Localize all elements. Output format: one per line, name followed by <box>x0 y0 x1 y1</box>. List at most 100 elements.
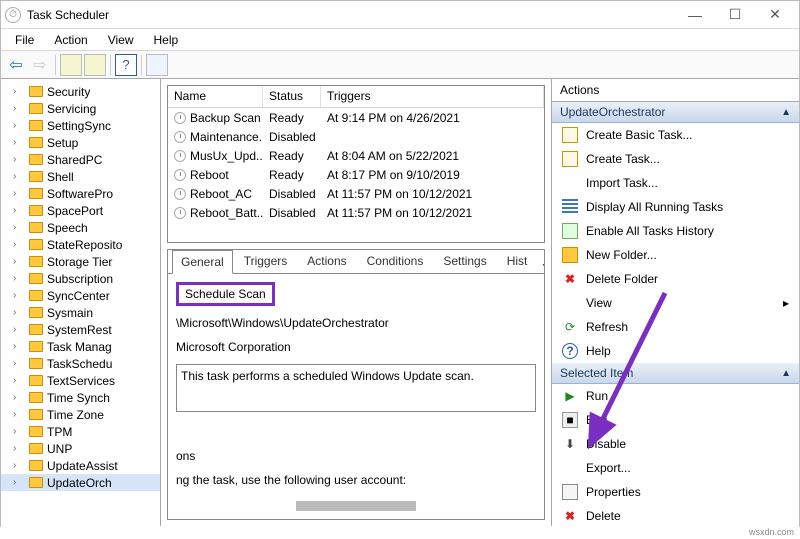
delete-icon: ✖ <box>562 508 578 524</box>
maximize-button[interactable]: ☐ <box>715 6 755 23</box>
action-item[interactable]: Create Task... <box>552 147 799 171</box>
action-label: Enable All Tasks History <box>586 224 714 238</box>
tab-general[interactable]: General <box>172 250 233 274</box>
tree-item-label: Storage Tier <box>47 255 112 269</box>
detail-scrollbar[interactable] <box>296 501 416 511</box>
tree-item[interactable]: ›SyncCenter <box>1 287 160 304</box>
task-trigger: At 8:17 PM on 9/10/2019 <box>321 167 544 183</box>
action-item[interactable]: View▸ <box>552 291 799 315</box>
action-label: Create Task... <box>586 152 660 166</box>
tree-pane[interactable]: ›Security›Servicing›SettingSync›Setup›Sh… <box>1 79 161 526</box>
tree-item[interactable]: ›TextServices <box>1 372 160 389</box>
collapse-icon: ▲ <box>781 107 791 118</box>
task-list[interactable]: Name Status Triggers Backup ScanReadyAt … <box>167 85 545 243</box>
tree-item[interactable]: ›StateReposito <box>1 236 160 253</box>
tab-triggers[interactable]: Triggers <box>235 249 297 273</box>
action-item[interactable]: ⬇Disable <box>552 432 799 456</box>
menu-file[interactable]: File <box>7 31 42 49</box>
import-icon <box>562 175 578 191</box>
action-label: Delete <box>586 509 621 523</box>
expand-icon: › <box>13 307 25 318</box>
tree-item[interactable]: ›SettingSync <box>1 117 160 134</box>
action-item[interactable]: Import Task... <box>552 171 799 195</box>
tree-item[interactable]: ›Time Zone <box>1 406 160 423</box>
actions-section-1[interactable]: UpdateOrchestrator ▲ <box>552 102 799 123</box>
tree-item[interactable]: ›Storage Tier <box>1 253 160 270</box>
toolbar-button-4[interactable] <box>146 54 168 76</box>
tree-item-label: Sysmain <box>47 306 93 320</box>
nav-back-button[interactable]: ⇦ <box>5 54 27 76</box>
task-row[interactable]: Backup ScanReadyAt 9:14 PM on 4/26/2021 <box>168 108 544 127</box>
action-item[interactable]: Display All Running Tasks <box>552 195 799 219</box>
toolbar-button-1[interactable] <box>60 54 82 76</box>
task-row[interactable]: RebootReadyAt 8:17 PM on 9/10/2019 <box>168 165 544 184</box>
expand-icon: › <box>13 120 25 131</box>
toolbar-button-3[interactable]: ? <box>115 54 137 76</box>
action-item[interactable]: ✖Delete Folder <box>552 267 799 291</box>
tree-item[interactable]: ›SpacePort <box>1 202 160 219</box>
actions-section-2[interactable]: Selected Item ▲ <box>552 363 799 384</box>
tree-item[interactable]: ›SharedPC <box>1 151 160 168</box>
task-row[interactable]: MusUx_Upd...ReadyAt 8:04 AM on 5/22/2021 <box>168 146 544 165</box>
menu-action[interactable]: Action <box>46 31 95 49</box>
tree-item[interactable]: ›Speech <box>1 219 160 236</box>
tab-history[interactable]: Hist <box>498 249 537 273</box>
actions-title: Actions <box>552 79 799 102</box>
folder-icon <box>29 205 43 216</box>
col-name[interactable]: Name <box>168 86 263 107</box>
tree-item[interactable]: ›Time Synch <box>1 389 160 406</box>
center-pane: Name Status Triggers Backup ScanReadyAt … <box>161 79 551 526</box>
col-triggers[interactable]: Triggers <box>321 86 544 107</box>
action-item[interactable]: ■End <box>552 408 799 432</box>
tab-conditions[interactable]: Conditions <box>358 249 433 273</box>
tree-item[interactable]: ›UpdateOrch <box>1 474 160 491</box>
main-content: ›Security›Servicing›SettingSync›Setup›Sh… <box>1 79 799 526</box>
action-item[interactable]: ✖ Delete <box>552 504 799 528</box>
minimize-button[interactable]: — <box>675 7 715 23</box>
tree-item[interactable]: ›SoftwarePro <box>1 185 160 202</box>
toolbar-button-2[interactable] <box>84 54 106 76</box>
expand-icon: › <box>13 137 25 148</box>
tree-item[interactable]: ›Servicing <box>1 100 160 117</box>
view-icon <box>562 295 578 311</box>
action-item[interactable]: ?Help <box>552 339 799 363</box>
tree-item[interactable]: ›Task Manag <box>1 338 160 355</box>
action-label: Create Basic Task... <box>586 128 693 142</box>
tree-item[interactable]: ›UNP <box>1 440 160 457</box>
action-item[interactable]: ▶Run <box>552 384 799 408</box>
tree-item[interactable]: ›TPM <box>1 423 160 440</box>
action-item[interactable]: ⟳Refresh <box>552 315 799 339</box>
task-row[interactable]: Maintenance...Disabled <box>168 127 544 146</box>
folder-icon <box>29 392 43 403</box>
action-item[interactable]: Enable All Tasks History <box>552 219 799 243</box>
action-item[interactable]: Export... <box>552 456 799 480</box>
col-status[interactable]: Status <box>263 86 321 107</box>
menu-help[interactable]: Help <box>146 31 187 49</box>
tab-settings[interactable]: Settings <box>434 249 495 273</box>
tree-item[interactable]: ›Setup <box>1 134 160 151</box>
tab-scroll-left[interactable]: ◂ <box>538 255 545 273</box>
action-item[interactable]: New Folder... <box>552 243 799 267</box>
tree-item-label: SoftwarePro <box>47 187 113 201</box>
new-folder-icon <box>562 247 578 263</box>
folder-icon <box>29 426 43 437</box>
task-status: Ready <box>263 148 321 164</box>
nav-forward-button[interactable]: ⇨ <box>29 54 51 76</box>
tree-item[interactable]: › Sysmain <box>1 304 160 321</box>
tree-item[interactable]: ›Shell <box>1 168 160 185</box>
action-item[interactable]: Properties <box>552 480 799 504</box>
close-button[interactable]: ✕ <box>755 6 795 23</box>
tree-item[interactable]: ›SystemRest <box>1 321 160 338</box>
task-row[interactable]: Reboot_ACDisabledAt 11:57 PM on 10/12/20… <box>168 184 544 203</box>
action-label: Properties <box>586 485 641 499</box>
tree-item[interactable]: ›UpdateAssist <box>1 457 160 474</box>
action-label: Run <box>586 389 608 403</box>
tree-item[interactable]: ›TaskSchedu <box>1 355 160 372</box>
tree-item[interactable]: ›Subscription <box>1 270 160 287</box>
tab-actions[interactable]: Actions <box>298 249 355 273</box>
folder-icon <box>29 477 43 488</box>
tree-item[interactable]: ›Security <box>1 83 160 100</box>
action-item[interactable]: Create Basic Task... <box>552 123 799 147</box>
menu-view[interactable]: View <box>100 31 142 49</box>
task-row[interactable]: Reboot_Batt...DisabledAt 11:57 PM on 10/… <box>168 203 544 222</box>
